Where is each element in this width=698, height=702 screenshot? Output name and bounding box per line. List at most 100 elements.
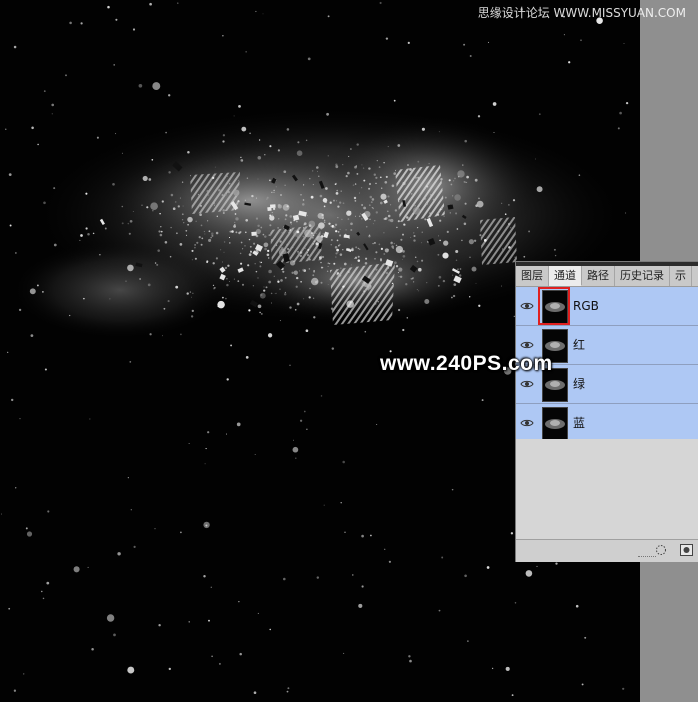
dust-speck <box>156 263 159 266</box>
dust-speck <box>397 308 401 312</box>
dust-speck <box>255 10 257 13</box>
dust-speck <box>191 249 194 252</box>
dust-speck <box>442 279 446 283</box>
dust-speck <box>342 249 344 251</box>
tab-channels[interactable]: 通道 <box>549 266 582 286</box>
dust-speck <box>491 667 494 670</box>
save-selection-icon[interactable] <box>680 544 693 556</box>
dust-speck <box>379 1 382 5</box>
dust-speck <box>287 247 290 251</box>
dust-speck <box>361 204 363 206</box>
dust-speck <box>416 260 419 263</box>
dust-speck <box>277 149 281 152</box>
dust-speck <box>257 277 259 279</box>
dust-speck <box>299 254 302 258</box>
tab-paths[interactable]: 路径 <box>582 266 615 286</box>
dust-speck <box>297 250 299 253</box>
dust-speck <box>73 566 80 573</box>
dust-speck <box>268 280 272 284</box>
dust-speck <box>53 187 56 190</box>
dust-speck <box>481 399 484 402</box>
dust-speck <box>150 202 158 211</box>
dust-speck <box>121 152 123 154</box>
dust-speck <box>336 189 339 192</box>
dust-speck <box>367 288 370 291</box>
dust-speck <box>152 210 154 212</box>
tab-history[interactable]: 历史记录 <box>615 266 670 286</box>
dust-speck <box>455 259 458 262</box>
dust-speck <box>207 220 209 222</box>
dust-speck <box>412 213 415 215</box>
dust-speck <box>402 181 406 186</box>
dust-speck <box>361 534 364 538</box>
dust-speck <box>308 224 312 227</box>
dust-speck <box>96 136 99 139</box>
dust-speck <box>305 244 307 246</box>
eye-icon[interactable] <box>520 377 534 391</box>
dust-speck <box>235 231 238 234</box>
dust-speck <box>42 291 44 293</box>
dust-speck <box>391 245 394 248</box>
dust-speck <box>214 166 216 168</box>
channel-row-rgb[interactable]: RGB <box>516 287 698 326</box>
dust-speck <box>226 283 229 287</box>
dust-speck <box>280 279 283 282</box>
dust-speck <box>260 312 263 315</box>
channel-row-blue[interactable]: 蓝 <box>516 404 698 443</box>
dust-speck <box>322 198 328 203</box>
load-selection-icon[interactable] <box>655 544 667 556</box>
dust-speck <box>266 198 268 200</box>
dust-speck <box>165 131 167 134</box>
dust-speck <box>363 290 365 293</box>
dust-speck <box>387 214 391 218</box>
dust-speck <box>274 293 276 295</box>
dust-speck <box>161 200 164 203</box>
dust-speck <box>139 278 141 280</box>
dust-speck <box>417 267 422 272</box>
dust-speck <box>438 131 440 133</box>
dust-speck <box>235 217 239 221</box>
dust-speck <box>113 64 116 66</box>
channels-panel[interactable]: 图层 通道 路径 历史记录 示 RGB 红 绿 蓝 <box>515 261 698 562</box>
dust-speck <box>1 513 3 515</box>
dust-speck <box>374 302 377 305</box>
dust-speck <box>393 99 396 102</box>
dust-speck <box>210 237 212 239</box>
eye-icon[interactable] <box>520 299 534 313</box>
dust-speck <box>177 2 179 4</box>
dust-speck <box>306 428 308 430</box>
dust-speck <box>343 652 345 654</box>
dust-speck <box>402 254 406 258</box>
dust-speck <box>260 226 263 229</box>
dust-speck <box>508 204 510 206</box>
resize-grip[interactable] <box>638 556 656 560</box>
dust-speck <box>226 190 228 192</box>
dust-speck <box>528 230 531 233</box>
dust-speck <box>309 177 311 180</box>
dust-speck <box>523 255 526 258</box>
dust-speck <box>92 232 95 235</box>
dust-speck <box>384 216 388 220</box>
dust-speck <box>501 202 503 204</box>
dust-speck <box>109 298 111 300</box>
tab-overflow[interactable]: 示 <box>670 266 692 286</box>
dust-speck <box>384 180 388 184</box>
dust-speck <box>177 205 180 208</box>
dust-speck <box>308 268 311 270</box>
tab-layers[interactable]: 图层 <box>516 266 549 286</box>
dust-speck <box>478 304 481 307</box>
eye-icon[interactable] <box>520 416 534 430</box>
dust-speck <box>327 15 330 18</box>
dust-speck <box>348 155 350 158</box>
dust-speck <box>10 398 14 402</box>
dust-speck <box>46 581 50 585</box>
dust-speck <box>185 229 188 232</box>
dust-speck <box>279 288 281 290</box>
dust-speck <box>286 205 289 208</box>
eye-icon[interactable] <box>520 338 534 352</box>
dust-speck <box>212 262 215 265</box>
dust-speck <box>19 418 21 420</box>
dust-speck <box>245 51 247 53</box>
dust-speck <box>142 175 148 181</box>
dust-speck <box>248 253 252 256</box>
